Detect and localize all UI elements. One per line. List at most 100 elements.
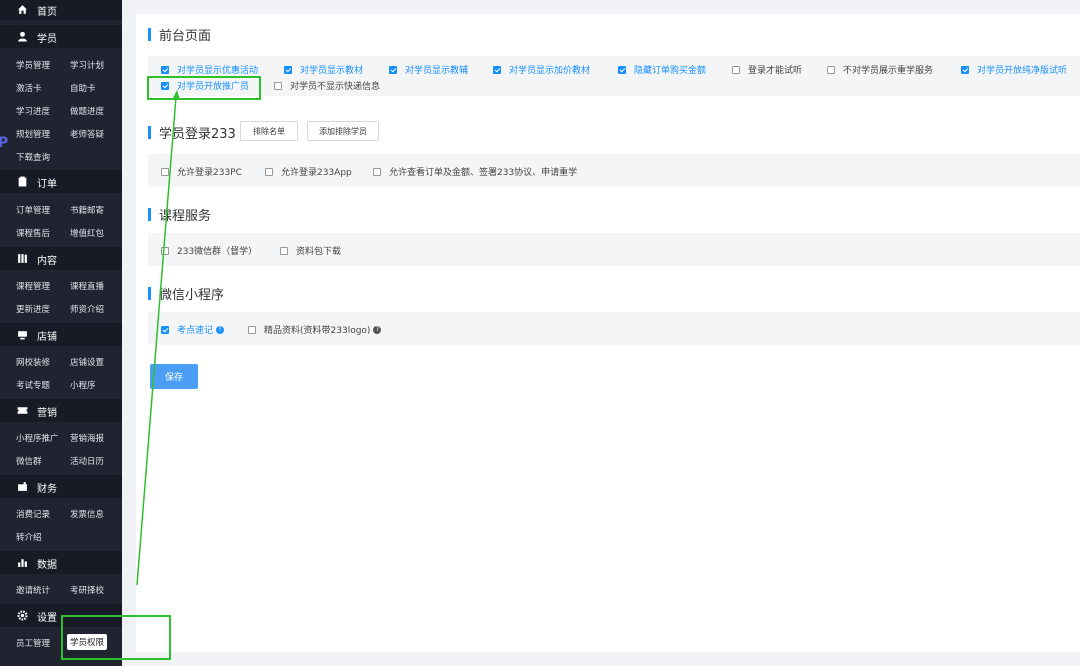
highlight-box-permissions	[61, 615, 171, 660]
checkbox-show-promotions[interactable]: 对学员显示优惠活动	[161, 63, 258, 76]
sidebar-item-teacher-intro[interactable]: 师资介绍	[70, 303, 104, 315]
order-icon	[17, 176, 28, 187]
main-panel: 前台页面 对学员显示优惠活动 对学员显示教材 对学员显示教辅 对学员显示加价教材…	[136, 14, 1080, 652]
exclude-list-button[interactable]: 排除名单	[240, 121, 298, 141]
checkbox-box[interactable]	[161, 325, 169, 334]
section-title-frontend: 前台页面	[148, 25, 211, 44]
sidebar-section-content[interactable]: 内容	[0, 247, 122, 270]
checkbox-show-textbooks[interactable]: 对学员显示教材	[284, 63, 363, 76]
sidebar-item-red-packet[interactable]: 增值红包	[70, 227, 104, 239]
section-title-login: 学员登录233	[148, 123, 236, 142]
checkbox-allow-view-orders[interactable]: 允许查看订单及金额、签署233协议、申请重学	[373, 165, 577, 178]
checkbox-box[interactable]	[161, 167, 169, 176]
section-title-text: 学员登录233	[159, 127, 236, 142]
checkbox-box[interactable]	[827, 65, 835, 74]
finance-icon	[17, 481, 28, 492]
section-title-text: 课程服务	[159, 209, 212, 224]
checkbox-box[interactable]	[618, 65, 626, 74]
sidebar-item-plan-manage[interactable]: 规划管理	[16, 128, 50, 140]
sidebar-item-student-manage[interactable]: 学员管理	[16, 59, 50, 71]
sidebar-item-decoration[interactable]: 网校装修	[16, 356, 50, 368]
sidebar-item-study-plan[interactable]: 学习计划	[70, 59, 104, 71]
checkbox-show-paid-textbooks[interactable]: 对学员显示加价教材	[493, 63, 590, 76]
sidebar-section-marketing[interactable]: 营销	[0, 399, 122, 422]
sidebar-item-teacher-qa[interactable]: 老师答疑	[70, 128, 104, 140]
floating-p-icon: P	[0, 135, 9, 151]
sidebar-item-school-select[interactable]: 考研择校	[70, 584, 104, 596]
sidebar-item-self-card[interactable]: 自助卡	[70, 82, 96, 94]
store-icon	[17, 329, 28, 340]
checkbox-allow-233app[interactable]: 允许登录233App	[265, 165, 352, 178]
sidebar-item-poster[interactable]: 营销海报	[70, 432, 104, 444]
sidebar-item-event-calendar[interactable]: 活动日历	[70, 455, 104, 467]
sidebar-item-referral[interactable]: 转介绍	[16, 531, 42, 543]
sidebar-section-store[interactable]: 店铺	[0, 323, 122, 346]
section-title-course: 课程服务	[148, 205, 211, 224]
checkbox-box[interactable]	[732, 65, 740, 74]
sidebar-item-staff-manage[interactable]: 员工管理	[16, 637, 50, 649]
sidebar-item-activation-card[interactable]: 激活卡	[16, 82, 42, 94]
checkbox-open-pure-preview[interactable]: 对学员开放纯净版试听	[961, 63, 1067, 76]
sidebar-section-orders[interactable]: 订单	[0, 170, 122, 193]
checkbox-premium-materials[interactable]: 精品资料(资料带233logo)?	[248, 323, 382, 336]
section-title-text: 微信小程序	[159, 288, 225, 303]
section-bar	[148, 28, 151, 41]
sidebar-item-home[interactable]: 首页	[0, 0, 122, 20]
sidebar-item-wechat-group[interactable]: 微信群	[16, 455, 42, 467]
sidebar-item-order-manage[interactable]: 订单管理	[16, 204, 50, 216]
user-icon	[17, 31, 28, 42]
checkbox-box[interactable]	[961, 65, 969, 74]
sidebar-item-update-progress[interactable]: 更新进度	[16, 303, 50, 315]
checkbox-box[interactable]	[248, 325, 256, 334]
sidebar-section-data[interactable]: 数据	[0, 551, 122, 574]
checkbox-box[interactable]	[389, 65, 397, 74]
checkbox-box[interactable]	[284, 65, 292, 74]
checkbox-hide-relearn-service[interactable]: 不对学员展示重学服务	[827, 63, 933, 76]
checkbox-allow-233pc[interactable]: 允许登录233PC	[161, 165, 242, 178]
sidebar-item-after-sale[interactable]: 课程售后	[16, 227, 50, 239]
checkbox-box[interactable]	[265, 167, 273, 176]
sidebar-item-book-mail[interactable]: 书籍邮寄	[70, 204, 104, 216]
sidebar-item-study-progress[interactable]: 学习进度	[16, 105, 50, 117]
checkbox-box[interactable]	[280, 246, 288, 255]
chart-icon	[17, 557, 28, 568]
section-title-text: 前台页面	[159, 29, 212, 44]
sidebar: 首页 学员 学员管理 学习计划 激活卡 自助卡 学习进度 做题进度 规划管理 老…	[0, 0, 122, 666]
checkbox-material-download[interactable]: 资料包下载	[280, 244, 341, 257]
section-title-miniprogram: 微信小程序	[148, 284, 224, 303]
sidebar-item-miniprogram[interactable]: 小程序	[70, 379, 96, 391]
section-bar	[148, 208, 151, 221]
add-exclude-student-button[interactable]: 添加排除学员	[307, 121, 379, 141]
checkbox-box[interactable]	[161, 246, 169, 255]
sidebar-item-invoice[interactable]: 发票信息	[70, 508, 104, 520]
checkbox-box[interactable]	[373, 167, 381, 176]
sidebar-item-invite-stats[interactable]: 邀请统计	[16, 584, 50, 596]
checkbox-box[interactable]	[493, 65, 501, 74]
save-button[interactable]: 保存	[150, 364, 198, 389]
checkbox-key-points[interactable]: 考点速记?	[161, 323, 225, 336]
sidebar-item-download-query[interactable]: 下载查询	[16, 151, 50, 163]
sidebar-item-exercise-progress[interactable]: 做题进度	[70, 105, 104, 117]
highlight-box-promoter	[147, 76, 261, 100]
help-icon[interactable]: ?	[373, 325, 382, 334]
book-icon	[17, 253, 28, 264]
sidebar-item-exam-topic[interactable]: 考试专题	[16, 379, 50, 391]
sidebar-item-course-live[interactable]: 课程直播	[70, 280, 104, 292]
checkbox-login-to-preview[interactable]: 登录才能试听	[732, 63, 802, 76]
section-bar	[148, 287, 151, 300]
checkbox-hide-order-amount[interactable]: 隐藏订单购买金额	[618, 63, 706, 76]
checkbox-hide-delivery-info[interactable]: 对学员不显示快递信息	[274, 79, 380, 92]
sidebar-item-store-settings[interactable]: 店铺设置	[70, 356, 104, 368]
help-icon[interactable]: ?	[216, 325, 225, 334]
ticket-icon	[17, 405, 28, 416]
checkbox-show-supplements[interactable]: 对学员显示教辅	[389, 63, 468, 76]
sidebar-item-course-manage[interactable]: 课程管理	[16, 280, 50, 292]
checkbox-box[interactable]	[274, 81, 282, 90]
section-bar	[148, 126, 151, 139]
sidebar-section-finance[interactable]: 财务	[0, 475, 122, 498]
checkbox-box[interactable]	[161, 65, 169, 74]
sidebar-item-consume-record[interactable]: 消费记录	[16, 508, 50, 520]
sidebar-section-students[interactable]: 学员	[0, 25, 122, 48]
checkbox-wechat-supervise-group[interactable]: 233微信群（督学）	[161, 244, 257, 257]
sidebar-item-mini-promo[interactable]: 小程序推广	[16, 432, 59, 444]
